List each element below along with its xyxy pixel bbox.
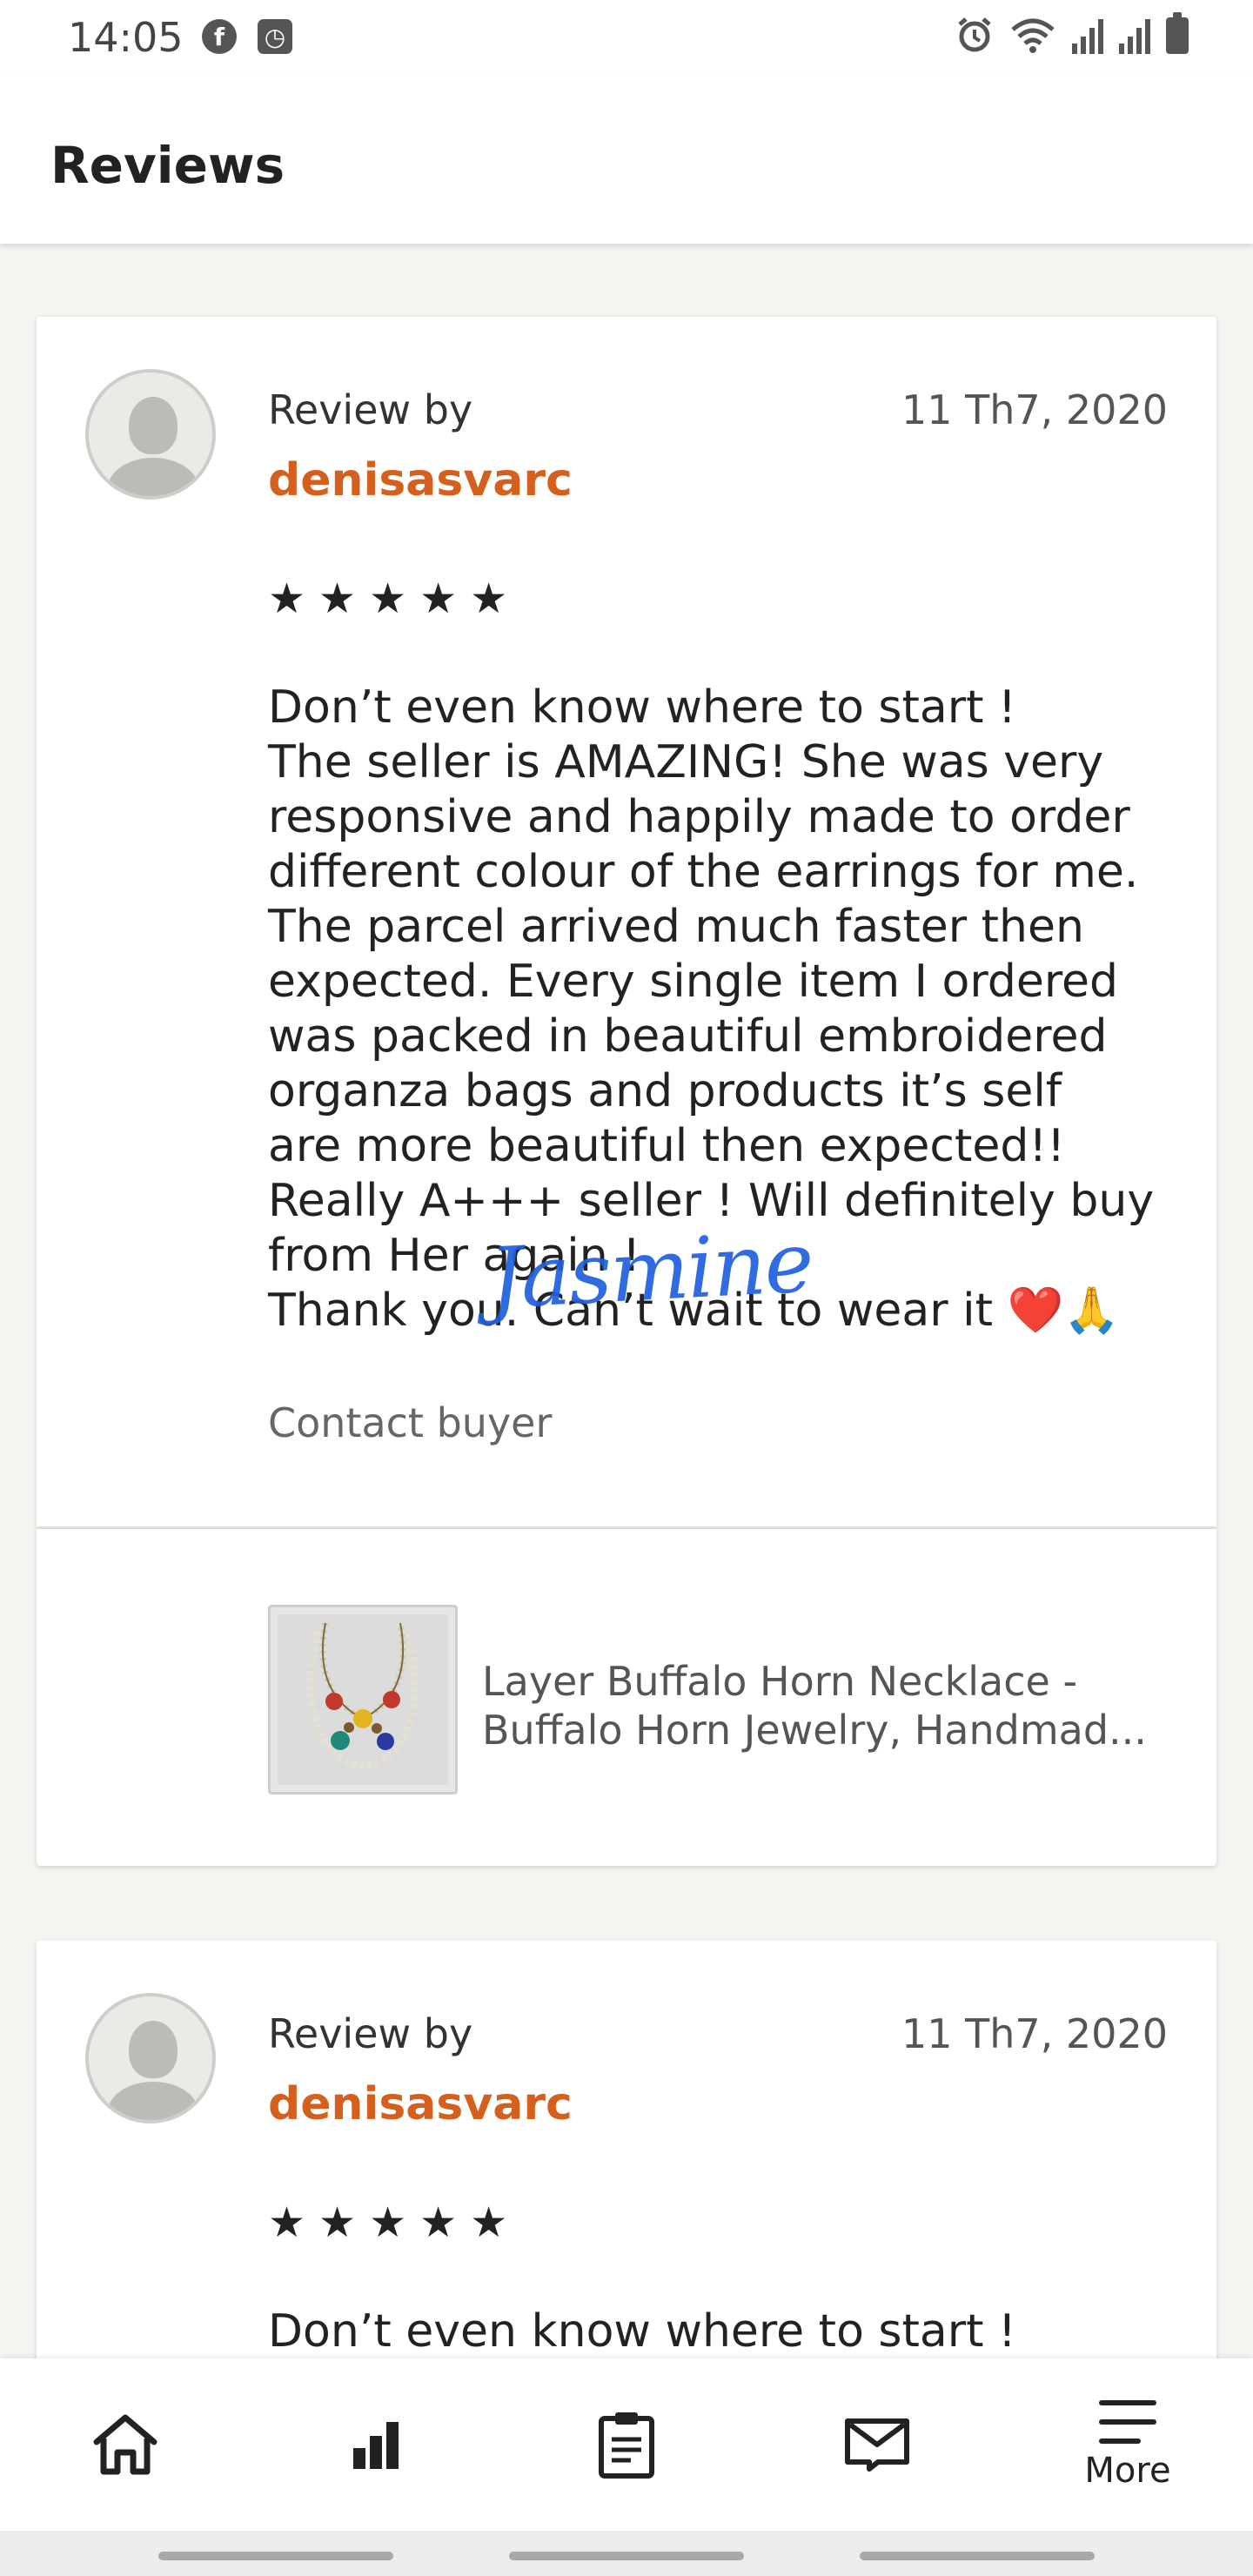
gesture-handle[interactable] xyxy=(509,2552,744,2560)
divider xyxy=(37,1526,1216,1529)
star-icon: ★ xyxy=(419,2198,458,2247)
app-bar: Reviews xyxy=(0,73,1253,244)
nav-more-label: More xyxy=(1084,2451,1171,2491)
star-icon: ★ xyxy=(369,574,407,623)
menu-icon xyxy=(1099,2400,1156,2444)
signal-icon xyxy=(1119,17,1150,54)
star-icon: ★ xyxy=(369,2198,407,2247)
contact-buyer-link[interactable]: Contact buyer xyxy=(268,1399,552,1446)
review-card: Review by 11 Th7, 2020 denisasvarc ★ ★ ★… xyxy=(37,317,1216,1866)
signature-overlay: Jasmine xyxy=(486,1213,815,1328)
review-by-label: Review by xyxy=(268,386,473,433)
star-icon: ★ xyxy=(268,574,306,623)
star-icon: ★ xyxy=(470,574,508,623)
home-icon xyxy=(93,2414,157,2475)
review-line: organza bags and products it’s self xyxy=(268,1065,1062,1117)
review-line: are more beautiful then expected!! xyxy=(268,1120,1066,1172)
necklace-image xyxy=(278,1614,448,1785)
nav-orders[interactable] xyxy=(557,2358,696,2531)
star-icon: ★ xyxy=(318,574,357,623)
nav-stats[interactable] xyxy=(306,2358,446,2531)
gesture-handle[interactable] xyxy=(158,2552,393,2560)
review-line: The seller is AMAZING! She was very xyxy=(268,736,1104,788)
alarm-icon xyxy=(958,17,991,52)
avatar[interactable] xyxy=(85,1993,216,2123)
listing-title-line: Buffalo Horn Jewelry, Handmad... xyxy=(482,1707,1147,1754)
stats-icon xyxy=(353,2422,399,2469)
review-date: 11 Th7, 2020 xyxy=(901,2010,1168,2057)
signal-icon xyxy=(1072,17,1103,54)
review-line: responsive and happily made to order xyxy=(268,791,1130,843)
battery-icon xyxy=(1166,12,1189,54)
review-line: expected. Every single item I ordered xyxy=(268,956,1119,1008)
review-line: Don’t even know where to start ! xyxy=(268,681,1016,734)
star-icon: ★ xyxy=(268,2198,306,2247)
review-line: Don’t even know where to start ! xyxy=(268,2305,1016,2358)
reviewer-name[interactable]: denisasvarc xyxy=(268,2078,573,2130)
gesture-handle[interactable] xyxy=(860,2552,1095,2560)
bottom-nav: More xyxy=(0,2358,1253,2531)
system-nav-bar xyxy=(0,2531,1253,2576)
nav-home[interactable] xyxy=(56,2358,195,2531)
star-rating: ★ ★ ★ ★ ★ xyxy=(268,2202,507,2244)
listing-title-line: Layer Buffalo Horn Necklace - xyxy=(482,1658,1078,1705)
star-icon: ★ xyxy=(318,2198,357,2247)
status-time: 14:05 xyxy=(68,14,184,61)
review-line: The parcel arrived much faster then xyxy=(268,901,1084,953)
clock-app-icon: ◷ xyxy=(258,19,292,54)
orders-clipboard-icon xyxy=(599,2412,654,2479)
status-bar: 14:05 f ◷ xyxy=(0,0,1253,73)
listing-title[interactable]: Layer Buffalo Horn Necklace - Buffalo Ho… xyxy=(482,1657,1178,1754)
page-title: Reviews xyxy=(50,136,285,195)
star-icon: ★ xyxy=(419,574,458,623)
review-date: 11 Th7, 2020 xyxy=(901,386,1168,433)
reviewer-name[interactable]: denisasvarc xyxy=(268,454,573,506)
nav-messages[interactable] xyxy=(807,2358,947,2531)
avatar[interactable] xyxy=(85,369,216,500)
listing-thumbnail[interactable] xyxy=(268,1605,458,1794)
star-rating: ★ ★ ★ ★ ★ xyxy=(268,578,507,620)
review-by-label: Review by xyxy=(268,2010,473,2057)
review-text: Don’t even know where to start ! xyxy=(268,2304,1173,2359)
wifi-icon xyxy=(1011,18,1055,53)
review-line: was packed in beautiful embroidered xyxy=(268,1010,1108,1063)
nav-more[interactable]: More xyxy=(1058,2358,1197,2531)
review-line: different colour of the earrings for me. xyxy=(268,846,1139,898)
messages-icon xyxy=(845,2418,909,2472)
star-icon: ★ xyxy=(470,2198,508,2247)
facebook-icon: f xyxy=(202,19,237,54)
